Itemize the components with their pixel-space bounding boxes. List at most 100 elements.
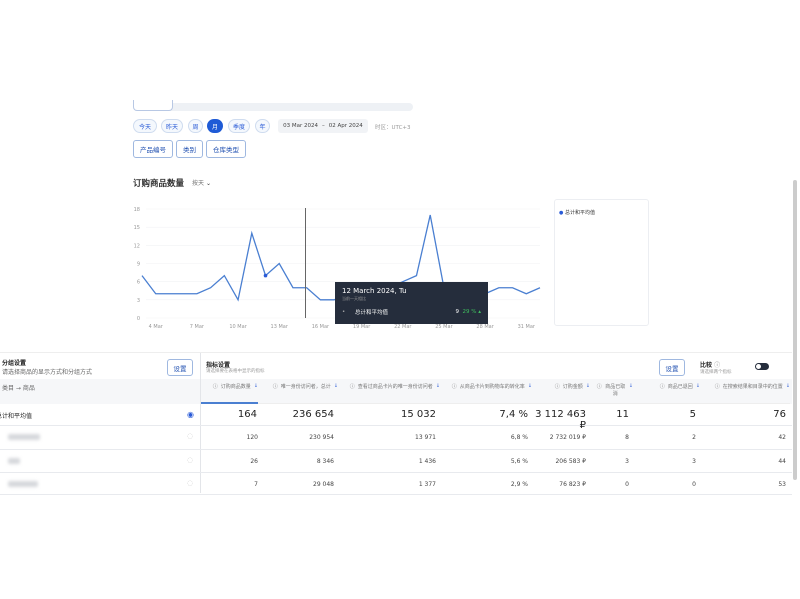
help-icon: ⓘ <box>554 384 560 390</box>
eye-icon[interactable]: ◉ <box>187 410 194 419</box>
scrollbar[interactable] <box>793 180 797 480</box>
column-label: 在搜索结果和目录中的位置 <box>722 384 783 390</box>
column-header[interactable]: ⓘ 订购金额 ↓ <box>532 380 590 404</box>
table-cell: 11 <box>616 409 629 420</box>
compare-sub: 请选择两个指标 <box>700 370 732 375</box>
table-cell: 1 377 <box>418 481 436 488</box>
column-header[interactable]: ⓘ 唯一身份访问者，总计 ↓ <box>258 380 338 404</box>
x-tick-label: 7 Mar <box>190 324 205 330</box>
period-1[interactable]: 昨天 <box>161 119 183 133</box>
metrics-settings-button[interactable]: 设置 <box>659 359 685 376</box>
group-settings-button[interactable]: 设置 <box>167 359 193 376</box>
product-name-redacted <box>8 434 40 440</box>
eye-off-icon[interactable]: ◌ <box>187 432 193 440</box>
table-cell: 6,8 % <box>510 434 528 441</box>
chart-group-select[interactable]: 按天 ⌄ <box>192 178 211 187</box>
table-cell: 3 <box>625 458 629 465</box>
timezone: 时区：UTC+3 <box>375 125 411 131</box>
y-tick-label: 15 <box>134 225 140 231</box>
column-label: 订购商品数量 <box>220 384 251 390</box>
x-tick-label: 31 Mar <box>518 324 536 330</box>
chevron-down-icon: ⌄ <box>205 180 211 187</box>
filter-warehouse-type[interactable]: 仓库类型 <box>206 140 246 158</box>
column-header[interactable]: ⓘ 订购商品数量 ↓ <box>201 380 258 404</box>
total-label: 总计和平均值 <box>0 413 33 420</box>
period-2[interactable]: 周 <box>188 119 203 133</box>
table-cell: 2,9 % <box>510 481 528 488</box>
x-tick-label: 19 Mar <box>353 324 371 330</box>
x-tick-label: 16 Mar <box>312 324 330 330</box>
tooltip: 12 March 2024, Tu 当前一天相比 • 总计和平均值 9 29 % … <box>335 282 488 324</box>
x-tick-label: 25 Mar <box>435 324 453 330</box>
divider <box>0 352 792 353</box>
table-cell: 7 <box>254 481 258 488</box>
table-cell: 13 971 <box>415 434 436 441</box>
column-label: 商品已取消 <box>605 384 626 397</box>
period-3[interactable]: 月 <box>207 119 223 133</box>
filter-product-id[interactable]: 产品编号 <box>133 140 173 158</box>
eye-off-icon[interactable]: ◌ <box>187 456 193 464</box>
column-label: 从商品卡片到购物车的转化率 <box>459 384 525 390</box>
table-cell: 8 346 <box>316 458 334 465</box>
x-tick-label: 10 Mar <box>229 324 247 330</box>
table-cell: 8 <box>625 434 629 441</box>
legend-label[interactable]: 总计和平均值 <box>565 210 595 216</box>
tooltip-sub: 当前一天相比 <box>342 296 366 301</box>
x-tick-label: 13 Mar <box>271 324 289 330</box>
table-cell: 5,6 % <box>510 458 528 465</box>
top-bar <box>133 103 413 111</box>
help-icon: ⓘ <box>349 384 355 390</box>
compare-toggle[interactable] <box>755 363 769 370</box>
compare-label: 比较 ⓘ <box>700 362 721 369</box>
y-tick-label: 9 <box>137 262 140 268</box>
eye-off-icon[interactable]: ◌ <box>187 479 193 487</box>
y-tick-label: 18 <box>134 207 140 213</box>
table-cell: 230 954 <box>309 434 334 441</box>
table-cell: 7,4 % <box>499 409 528 420</box>
x-tick-label: 4 Mar <box>149 324 164 330</box>
legend-dot-icon: ● <box>559 210 564 216</box>
filter-category[interactable]: 类别 <box>176 140 203 158</box>
x-tick-label: 28 Mar <box>476 324 494 330</box>
help-icon: ⓘ <box>212 384 218 390</box>
table-cell: 15 032 <box>401 409 436 420</box>
legend: ● 总计和平均值 <box>554 199 649 326</box>
col-category[interactable]: 类目 → 商品 <box>2 383 35 392</box>
column-label: 商品已退回 <box>667 384 693 390</box>
sort-arrow-icon[interactable]: ↓ <box>786 383 790 389</box>
date-range[interactable]: 03 Mar 2024–02 Apr 2024 <box>278 119 368 133</box>
group-settings-title: 分组设置 <box>2 360 27 367</box>
column-label: 订购金额 <box>562 384 583 390</box>
column-header[interactable]: ⓘ 商品已取消 ↓ <box>590 380 633 404</box>
column-header[interactable]: ⓘ 商品已退回 ↓ <box>633 380 700 404</box>
column-header[interactable]: ⓘ 在搜索结果和目录中的位置 ↓ <box>700 380 790 404</box>
column-header[interactable]: ⓘ 查看过商品卡片的唯一身份访问者 ↓ <box>338 380 440 404</box>
date-to: 02 Apr 2024 <box>328 123 363 129</box>
period-5[interactable]: 年 <box>255 119 270 133</box>
chart-group-label: 按天 <box>192 180 205 187</box>
table-cell: 53 <box>778 481 786 488</box>
period-4[interactable]: 季度 <box>228 119 250 133</box>
help-icon: ⓘ <box>714 384 720 390</box>
y-tick-label: 12 <box>134 243 140 249</box>
y-tick-label: 6 <box>137 280 140 286</box>
tooltip-value: 9 <box>455 309 460 315</box>
column-header[interactable]: ⓘ 从商品卡片到购物车的转化率 ↓ <box>440 380 532 404</box>
tooltip-date: 12 March 2024, Tu <box>342 287 407 295</box>
x-tick-label: 22 Mar <box>394 324 412 330</box>
table-cell: 2 <box>692 434 696 441</box>
group-settings-sub: 请选择商品的显示方式和分组方式 <box>2 369 93 376</box>
table-cell: 0 <box>625 481 629 488</box>
chart-title: 订购商品数量 <box>133 179 185 189</box>
table-cell: 236 654 <box>292 409 334 420</box>
table-cell: 76 <box>773 409 786 420</box>
period-0[interactable]: 今天 <box>133 119 157 133</box>
date-from: 03 Mar 2024 <box>283 123 319 129</box>
help-icon: ⓘ <box>451 384 457 390</box>
top-tab[interactable] <box>133 100 173 111</box>
product-name-redacted <box>8 458 20 464</box>
date-sep: – <box>322 123 325 129</box>
metrics-sub: 请选择要在表格中显示的指标 <box>206 369 265 374</box>
table-cell: 206 583 ₽ <box>555 458 586 465</box>
y-tick-label: 0 <box>137 316 140 322</box>
